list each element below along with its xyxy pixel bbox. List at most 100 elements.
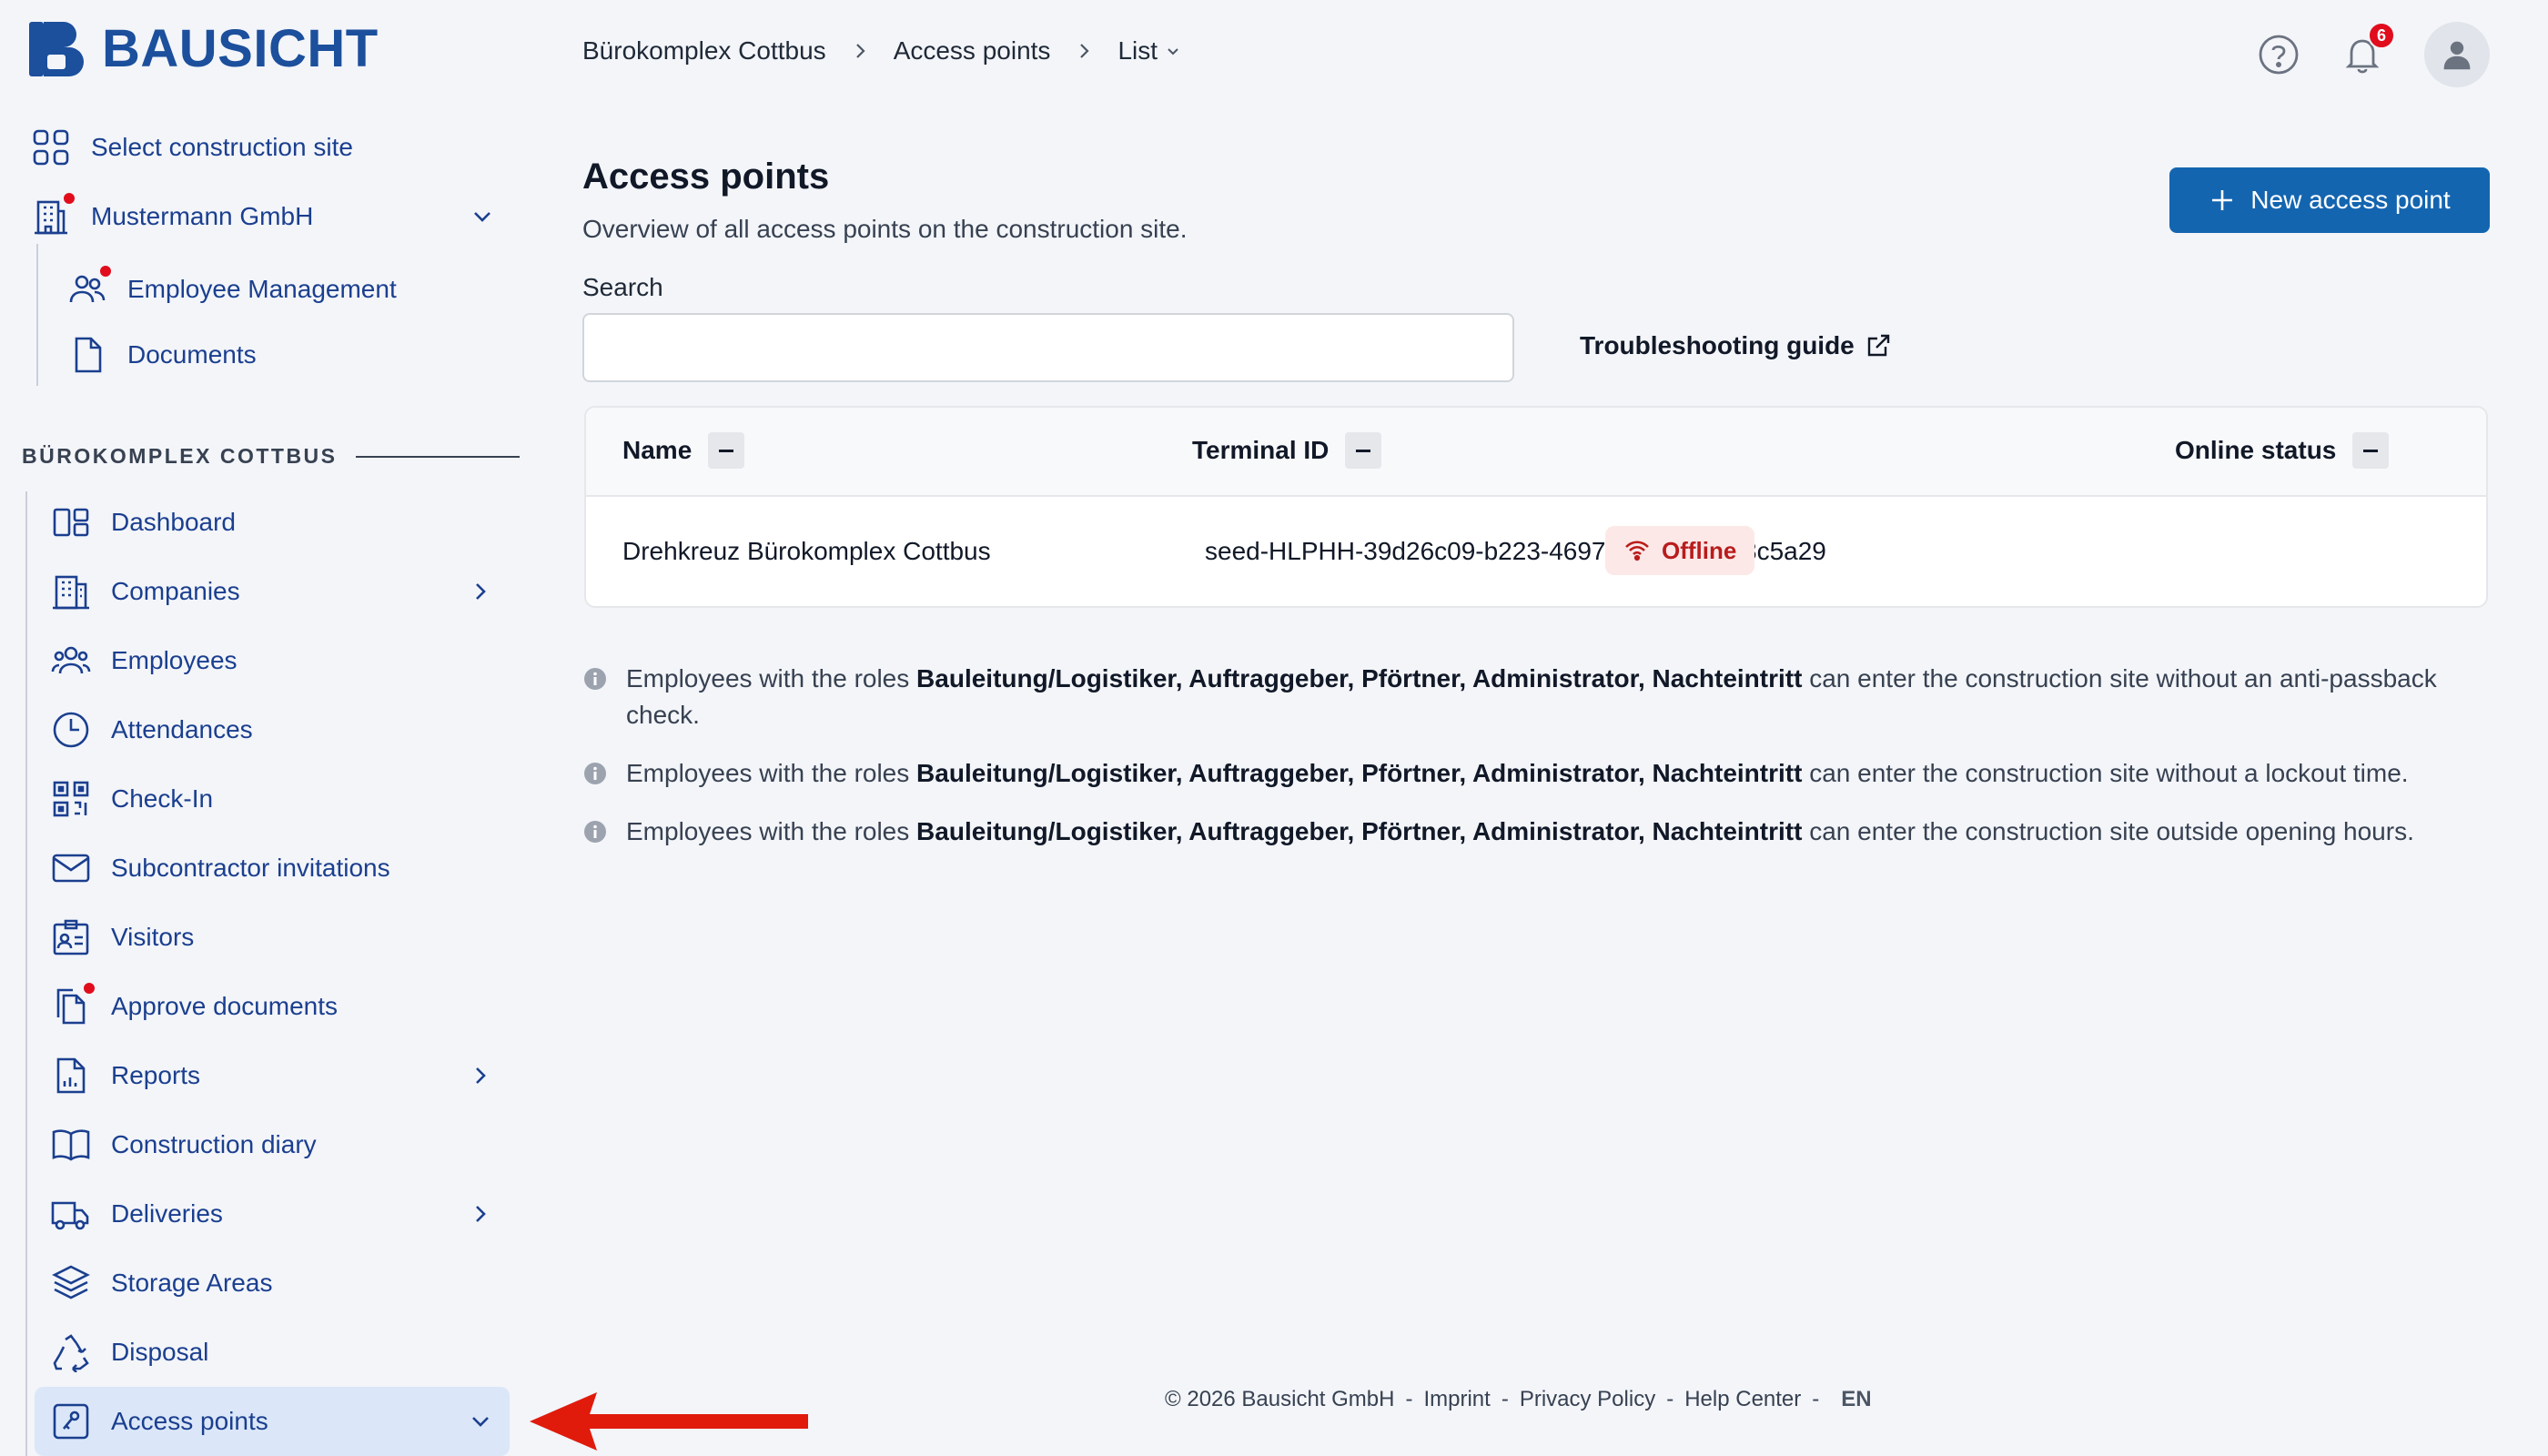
sidebar-item-label: Construction diary (111, 1130, 317, 1158)
sidebar-item-subcontractor-invitations[interactable]: Subcontractor invitations (51, 841, 390, 895)
document-icon (67, 335, 107, 375)
company-alert-dot (62, 191, 76, 206)
brand-name: BAUSICHT (102, 19, 379, 78)
column-header-terminal-id: Terminal ID (1192, 432, 1382, 469)
building-icon (31, 191, 76, 237)
sidebar-item-access-points[interactable]: Access points (51, 1394, 493, 1449)
sidebar-item-label: Employee Management (127, 275, 397, 303)
sidebar-item-storage-areas[interactable]: Storage Areas (51, 1256, 272, 1310)
external-link-icon (1867, 334, 1889, 357)
info-icon (584, 668, 606, 690)
column-toggle-button[interactable] (2352, 432, 2390, 469)
page-subtitle: Overview of all access points on the con… (582, 215, 1188, 243)
footer-link-imprint[interactable]: Imprint (1423, 1387, 1490, 1412)
sidebar-item-employees[interactable]: Employees (51, 633, 238, 688)
column-header-name: Name (622, 432, 745, 469)
sidebar-item-attendances[interactable]: Attendances (51, 703, 253, 757)
sidebar-item-employee-management[interactable]: Employee Management (67, 262, 397, 317)
breadcrumb-list-dropdown[interactable]: List (1117, 36, 1181, 66)
info-icon (584, 763, 606, 784)
sidebar-item-check-in[interactable]: Check-In (51, 772, 213, 826)
sidebar-item-label: Attendances (111, 715, 253, 743)
sidebar-item-approve-documents[interactable]: Approve documents (51, 979, 338, 1034)
layers-icon (51, 1263, 91, 1303)
sidebar-item-label: Employees (111, 646, 238, 674)
qr-code-icon (51, 779, 91, 819)
footer-separator: - (1501, 1387, 1509, 1411)
sidebar-item-label: Subcontractor invitations (111, 854, 390, 882)
page-title: Access points (582, 157, 830, 197)
info-note-anti-passback: Employees with the roles Bauleitung/Logi… (582, 661, 2493, 733)
column-header-label: Name (622, 436, 693, 464)
wifi-icon (1625, 541, 1649, 561)
sidebar-item-deliveries[interactable]: Deliveries (51, 1187, 493, 1241)
plus-icon (2212, 190, 2233, 210)
footer-link-help[interactable]: Help Center (1684, 1387, 1801, 1412)
sidebar-item-visitors[interactable]: Visitors (51, 910, 194, 965)
column-toggle-button[interactable] (708, 432, 745, 469)
sidebar-item-construction-diary[interactable]: Construction diary (51, 1117, 317, 1172)
footer-separator: - (1666, 1387, 1674, 1411)
chevron-right-icon (476, 1206, 486, 1222)
info-note-lockout: Employees with the roles Bauleitung/Logi… (582, 755, 2493, 792)
sidebar-item-label: Deliveries (111, 1199, 223, 1228)
header-actions: 6 (2257, 22, 2490, 87)
new-access-point-label: New access point (2250, 186, 2451, 214)
sidebar-item-disposal[interactable]: Disposal (51, 1325, 208, 1380)
report-icon (51, 1056, 91, 1096)
access-point-icon (51, 1401, 91, 1441)
site-section-title: BÜROKOMPLEX COTTBUS (22, 444, 520, 469)
truck-icon (51, 1194, 91, 1234)
company-name: Mustermann GmbH (91, 202, 314, 230)
breadcrumb-site[interactable]: Bürokomplex Cottbus (582, 36, 826, 66)
language-switch[interactable]: EN (1841, 1387, 1871, 1412)
sidebar-item-documents[interactable]: Documents (67, 328, 257, 382)
notifications-button[interactable]: 6 (2341, 22, 2395, 76)
info-note-text: Employees with the roles Bauleitung/Logi… (626, 664, 2437, 729)
id-card-icon (51, 917, 91, 957)
help-icon[interactable] (2257, 33, 2300, 76)
breadcrumb-access-points[interactable]: Access points (894, 36, 1051, 66)
info-note-text: Employees with the roles Bauleitung/Logi… (626, 759, 2409, 787)
sidebar-item-label: Disposal (111, 1338, 209, 1366)
annotation-arrow-icon (530, 1392, 808, 1451)
breadcrumb-list: List (1117, 36, 1158, 65)
grid-icon (31, 127, 71, 167)
notification-count-badge: 6 (2368, 22, 2395, 49)
sidebar-item-label: Approve documents (111, 992, 339, 1020)
employee-management-alert-dot (98, 264, 113, 278)
recycle-icon (51, 1332, 91, 1372)
company-selector[interactable]: Mustermann GmbH (31, 189, 495, 244)
column-toggle-button[interactable] (1345, 432, 1382, 469)
section-divider (355, 455, 520, 458)
new-access-point-button[interactable]: New access point (2169, 167, 2490, 233)
search-label: Search (582, 273, 663, 301)
sidebar: BAUSICHT Select construction site Muster… (0, 0, 528, 1456)
chevron-right-icon (476, 583, 486, 600)
info-icon (584, 821, 606, 843)
clock-icon (51, 710, 91, 750)
sidebar-item-reports[interactable]: Reports (51, 1048, 493, 1103)
brand-logo[interactable]: BAUSICHT (27, 18, 379, 79)
envelope-icon (51, 848, 91, 888)
footer-separator: - (1812, 1387, 1820, 1411)
book-icon (51, 1125, 91, 1165)
cell-name[interactable]: Drehkreuz Bürokomplex Cottbus (622, 537, 991, 566)
sidebar-item-label: Check-In (111, 784, 214, 813)
troubleshooting-guide-link[interactable]: Troubleshooting guide (1580, 331, 1891, 360)
company-tree-line (36, 244, 38, 386)
sidebar-item-companies[interactable]: Companies (51, 564, 493, 619)
user-icon (2443, 41, 2471, 70)
select-construction-site-label: Select construction site (91, 133, 353, 161)
select-construction-site-link[interactable]: Select construction site (31, 120, 353, 175)
search-input[interactable] (582, 313, 1514, 382)
footer-link-privacy[interactable]: Privacy Policy (1520, 1387, 1655, 1412)
users-icon (67, 264, 113, 309)
troubleshooting-guide-label: Troubleshooting guide (1580, 331, 1855, 359)
sidebar-item-label: Dashboard (111, 508, 236, 536)
avatar[interactable] (2424, 22, 2490, 87)
status-badge: Offline (1605, 526, 1755, 575)
site-section-label: BÜROKOMPLEX COTTBUS (22, 444, 338, 468)
sidebar-item-dashboard[interactable]: Dashboard (51, 495, 236, 550)
status-label: Offline (1662, 536, 1737, 564)
